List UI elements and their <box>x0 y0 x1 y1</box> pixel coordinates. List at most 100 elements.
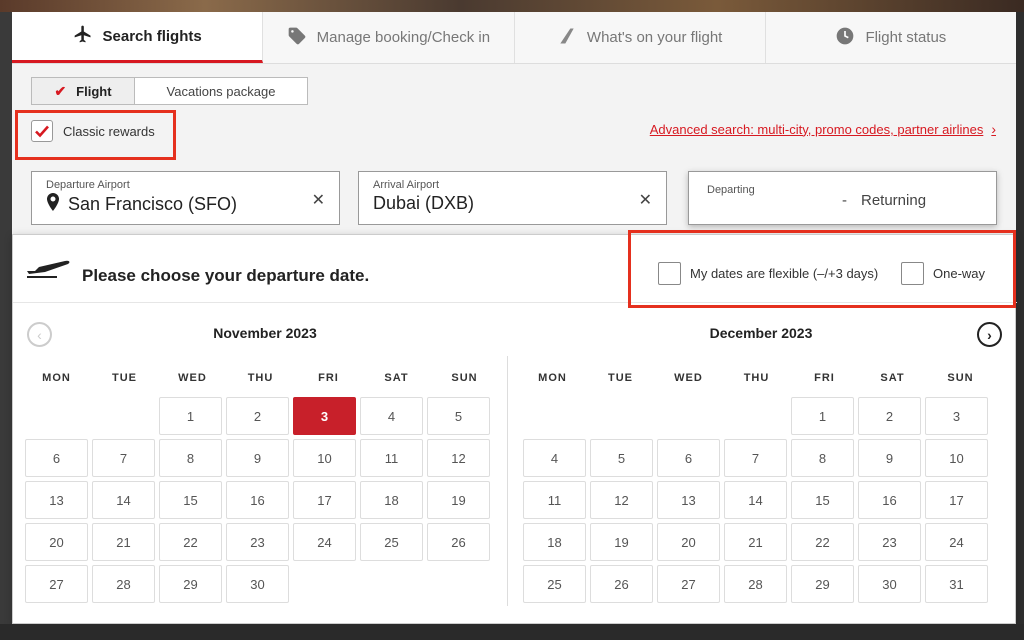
day-cell[interactable]: 27 <box>657 565 720 603</box>
day-cell[interactable]: 6 <box>657 439 720 477</box>
travel-dates-field[interactable]: Departing - Returning <box>688 171 997 225</box>
day-cell[interactable]: 16 <box>226 481 289 519</box>
day-cell[interactable]: 20 <box>25 523 88 561</box>
day-cell[interactable]: 11 <box>360 439 423 477</box>
departure-airport-label: Departure Airport <box>46 179 130 191</box>
empty-day-cell <box>25 397 88 435</box>
day-cell[interactable]: 19 <box>427 481 490 519</box>
days-grid-november: 1 2 3 4 5 6 7 8 9 10 11 12 13 14 15 16 17 18 19 20 21 22 23 24 2… <box>25 397 490 603</box>
weekday-label: TUE <box>608 372 633 384</box>
clear-departure-icon[interactable]: ✕ <box>312 190 325 210</box>
day-cell[interactable]: 5 <box>427 397 490 435</box>
day-cell[interactable]: 4 <box>360 397 423 435</box>
day-cell[interactable]: 22 <box>791 523 854 561</box>
tab-search-flights[interactable]: Search flights <box>12 12 264 63</box>
day-cell[interactable]: 15 <box>791 481 854 519</box>
day-cell[interactable]: 17 <box>925 481 988 519</box>
day-cell[interactable]: 11 <box>523 481 586 519</box>
arrival-airport-field[interactable]: Arrival Airport Dubai (DXB) ✕ <box>358 171 667 225</box>
selected-day-cell[interactable]: 3 <box>293 397 356 435</box>
tab-manage-booking[interactable]: Manage booking/Check in <box>263 12 515 63</box>
day-cell[interactable]: 9 <box>226 439 289 477</box>
weekday-header-1: MON TUE WED THU FRI SAT SUN <box>25 372 496 384</box>
highlight-box-classic <box>15 110 176 160</box>
tag-icon <box>287 26 307 50</box>
day-cell[interactable]: 14 <box>724 481 787 519</box>
day-cell[interactable]: 14 <box>92 481 155 519</box>
day-cell[interactable]: 29 <box>791 565 854 603</box>
month-divider <box>507 356 508 606</box>
day-cell[interactable]: 8 <box>159 439 222 477</box>
day-cell[interactable]: 30 <box>226 565 289 603</box>
tab-label: What's on your flight <box>586 29 723 46</box>
day-cell[interactable]: 5 <box>590 439 653 477</box>
empty-day-cell <box>523 397 586 435</box>
day-cell[interactable]: 13 <box>25 481 88 519</box>
day-cell[interactable]: 9 <box>858 439 921 477</box>
day-cell[interactable]: 21 <box>724 523 787 561</box>
day-cell[interactable]: 21 <box>92 523 155 561</box>
day-cell[interactable]: 24 <box>925 523 988 561</box>
day-cell[interactable]: 2 <box>858 397 921 435</box>
choose-date-prompt: Please choose your departure date. <box>82 266 370 285</box>
day-cell[interactable]: 12 <box>590 481 653 519</box>
tab-whats-on-flight[interactable]: What's on your flight <box>515 12 766 63</box>
day-cell[interactable]: 31 <box>925 565 988 603</box>
advanced-search-link[interactable]: Advanced search: multi-city, promo codes… <box>650 121 996 137</box>
day-cell[interactable]: 1 <box>159 397 222 435</box>
day-cell[interactable]: 26 <box>590 565 653 603</box>
day-cell[interactable]: 26 <box>427 523 490 561</box>
day-cell[interactable]: 2 <box>226 397 289 435</box>
day-cell[interactable]: 30 <box>858 565 921 603</box>
clear-arrival-icon[interactable]: ✕ <box>639 190 652 210</box>
day-cell[interactable]: 28 <box>92 565 155 603</box>
day-cell[interactable]: 7 <box>724 439 787 477</box>
day-cell[interactable]: 4 <box>523 439 586 477</box>
returning-label: Returning <box>861 192 927 209</box>
wing-icon <box>557 26 577 50</box>
weekday-label: FRI <box>814 372 835 384</box>
empty-day-cell <box>657 397 720 435</box>
weekday-label: WED <box>178 372 207 384</box>
day-cell[interactable]: 23 <box>226 523 289 561</box>
day-cell[interactable]: 18 <box>523 523 586 561</box>
day-cell[interactable]: 28 <box>724 565 787 603</box>
airplane-icon <box>73 24 93 48</box>
departure-airport-field[interactable]: Departure Airport San Francisco (SFO) ✕ <box>31 171 340 225</box>
day-cell[interactable]: 8 <box>791 439 854 477</box>
day-cell[interactable]: 25 <box>360 523 423 561</box>
day-cell[interactable]: 12 <box>427 439 490 477</box>
day-cell[interactable]: 23 <box>858 523 921 561</box>
day-cell[interactable]: 20 <box>657 523 720 561</box>
weekday-label: THU <box>247 372 274 384</box>
day-cell[interactable]: 15 <box>159 481 222 519</box>
flight-mode-button[interactable]: ✔ Flight <box>32 78 135 104</box>
day-cell[interactable]: 29 <box>159 565 222 603</box>
weekday-label: MON <box>538 372 567 384</box>
empty-day-cell <box>724 397 787 435</box>
tab-flight-status[interactable]: Flight status <box>766 12 1016 63</box>
chevron-right-icon: › <box>991 121 996 137</box>
airplane-takeoff-icon <box>25 255 73 284</box>
day-cell[interactable]: 27 <box>25 565 88 603</box>
day-cell[interactable]: 13 <box>657 481 720 519</box>
day-cell[interactable]: 22 <box>159 523 222 561</box>
day-cell[interactable]: 10 <box>925 439 988 477</box>
day-cell[interactable]: 17 <box>293 481 356 519</box>
weekday-label: WED <box>674 372 703 384</box>
day-cell[interactable]: 6 <box>25 439 88 477</box>
day-cell[interactable]: 25 <box>523 565 586 603</box>
day-cell[interactable]: 16 <box>858 481 921 519</box>
day-cell[interactable]: 10 <box>293 439 356 477</box>
day-cell[interactable]: 1 <box>791 397 854 435</box>
day-cell[interactable]: 19 <box>590 523 653 561</box>
days-grid-december: 1 2 3 4 5 6 7 8 9 10 11 12 13 14 15 16 17 18 19 20 21 22 23 24 2… <box>523 397 988 603</box>
date-separator: - <box>842 192 847 209</box>
day-cell[interactable]: 7 <box>92 439 155 477</box>
weekday-label: SAT <box>880 372 905 384</box>
day-cell[interactable]: 18 <box>360 481 423 519</box>
flight-mode-label: Flight <box>76 83 112 99</box>
day-cell[interactable]: 24 <box>293 523 356 561</box>
vacations-package-button[interactable]: Vacations package <box>135 78 307 104</box>
day-cell[interactable]: 3 <box>925 397 988 435</box>
